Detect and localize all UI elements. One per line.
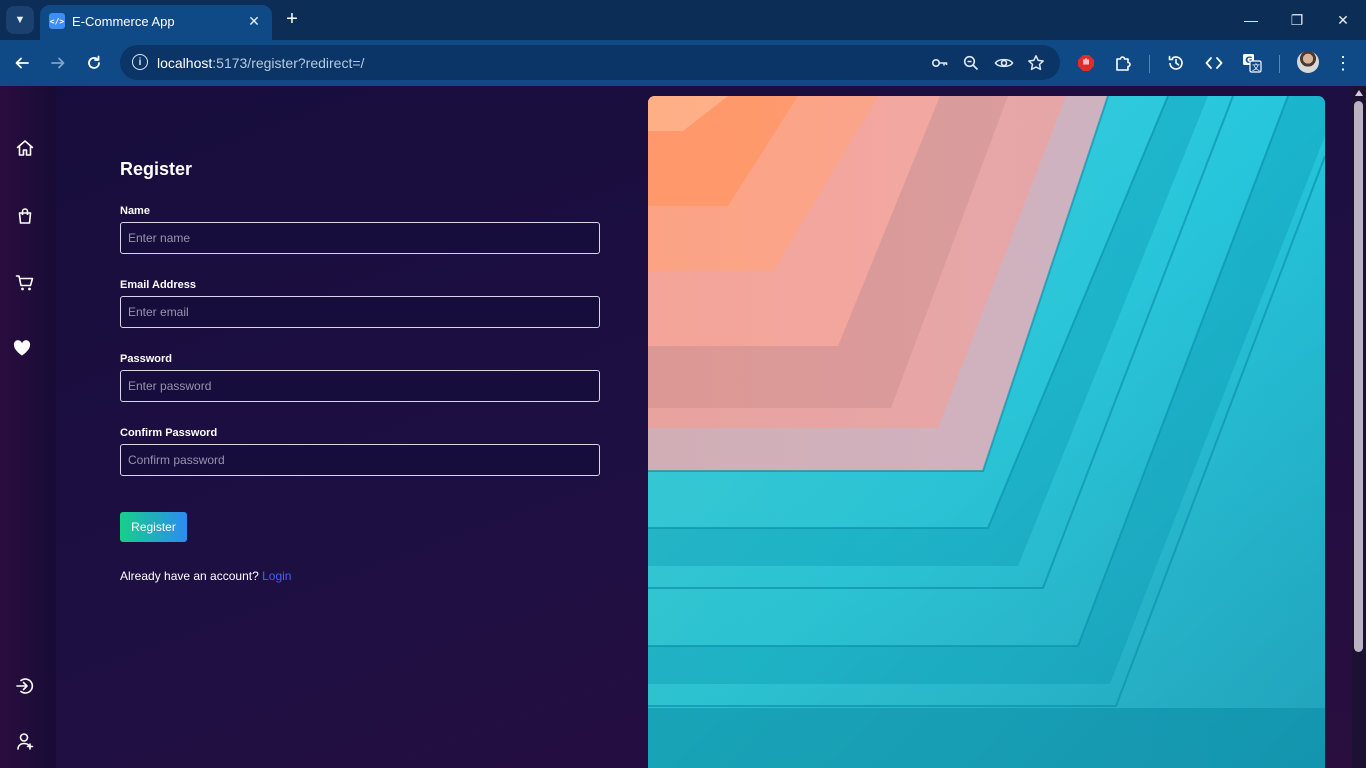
extensions-puzzle-icon[interactable] bbox=[1111, 51, 1135, 75]
password-field[interactable] bbox=[120, 370, 600, 402]
password-key-icon[interactable] bbox=[929, 52, 951, 74]
history-icon[interactable] bbox=[1164, 51, 1188, 75]
browser-tab-bar: ▼ </> E-Commerce App ✕ + — ❐ ✕ bbox=[0, 0, 1366, 40]
profile-avatar[interactable] bbox=[1297, 51, 1319, 73]
login-link[interactable]: Login bbox=[262, 569, 291, 583]
eye-icon[interactable] bbox=[993, 52, 1015, 74]
page-scrollbar[interactable] bbox=[1352, 86, 1366, 768]
zoom-icon[interactable] bbox=[960, 52, 982, 74]
reload-icon[interactable] bbox=[82, 51, 106, 75]
tab-search-icon[interactable]: ▼ bbox=[6, 6, 34, 34]
page-title: Register bbox=[120, 159, 193, 179]
confirm-password-label: Confirm Password bbox=[120, 427, 218, 439]
login-icon[interactable] bbox=[12, 673, 38, 699]
url-text[interactable]: localhost:5173/register?redirect=/ bbox=[157, 55, 364, 71]
site-info-icon[interactable]: i bbox=[132, 54, 148, 70]
close-window-icon[interactable]: ✕ bbox=[1331, 8, 1355, 32]
browser-menu-icon[interactable]: ⋮ bbox=[1334, 51, 1352, 75]
scroll-up-icon[interactable] bbox=[1355, 90, 1363, 96]
login-prompt: Already have an account? Login bbox=[120, 569, 291, 583]
hero-image bbox=[648, 96, 1325, 768]
minimize-icon[interactable]: — bbox=[1239, 8, 1263, 32]
shopping-bag-icon[interactable] bbox=[12, 203, 38, 229]
email-label: Email Address bbox=[120, 279, 197, 291]
toolbar-separator bbox=[1279, 55, 1280, 73]
browser-toolbar: i localhost:5173/register?redirect=/ G文 … bbox=[0, 40, 1366, 86]
login-prompt-text: Already have an account? bbox=[120, 569, 263, 583]
translate-icon[interactable]: G文 bbox=[1240, 51, 1264, 75]
close-tab-icon[interactable]: ✕ bbox=[244, 11, 264, 31]
browser-tab[interactable]: </> E-Commerce App ✕ bbox=[40, 5, 272, 40]
confirm-password-field[interactable] bbox=[120, 444, 600, 476]
bookmark-star-icon[interactable] bbox=[1025, 52, 1047, 74]
url-host: localhost bbox=[157, 55, 213, 71]
forward-icon[interactable] bbox=[46, 51, 70, 75]
user-icon[interactable] bbox=[12, 728, 38, 754]
scroll-thumb[interactable] bbox=[1354, 101, 1363, 652]
back-icon[interactable] bbox=[10, 51, 34, 75]
address-bar[interactable]: i localhost:5173/register?redirect=/ bbox=[120, 45, 1060, 80]
name-field[interactable] bbox=[120, 222, 600, 254]
code-icon[interactable] bbox=[1202, 51, 1226, 75]
register-page: Register Name Email Address Password Con… bbox=[0, 86, 1366, 768]
url-path: :5173/register?redirect=/ bbox=[212, 55, 365, 71]
favicon-icon: </> bbox=[49, 13, 65, 29]
cart-icon[interactable] bbox=[12, 270, 38, 296]
new-tab-icon[interactable]: + bbox=[281, 8, 303, 30]
svg-text:文: 文 bbox=[1252, 62, 1260, 72]
restore-icon[interactable]: ❐ bbox=[1285, 8, 1309, 32]
sidebar-navigation bbox=[0, 86, 56, 768]
register-button[interactable]: Register bbox=[120, 512, 187, 542]
toolbar-separator bbox=[1149, 55, 1150, 73]
password-label: Password bbox=[120, 353, 172, 365]
heart-icon[interactable] bbox=[9, 335, 35, 361]
email-field[interactable] bbox=[120, 296, 600, 328]
name-label: Name bbox=[120, 205, 150, 217]
stop-hand-extension-icon[interactable] bbox=[1074, 51, 1098, 75]
home-icon[interactable] bbox=[12, 135, 38, 161]
tab-title: E-Commerce App bbox=[72, 14, 175, 29]
